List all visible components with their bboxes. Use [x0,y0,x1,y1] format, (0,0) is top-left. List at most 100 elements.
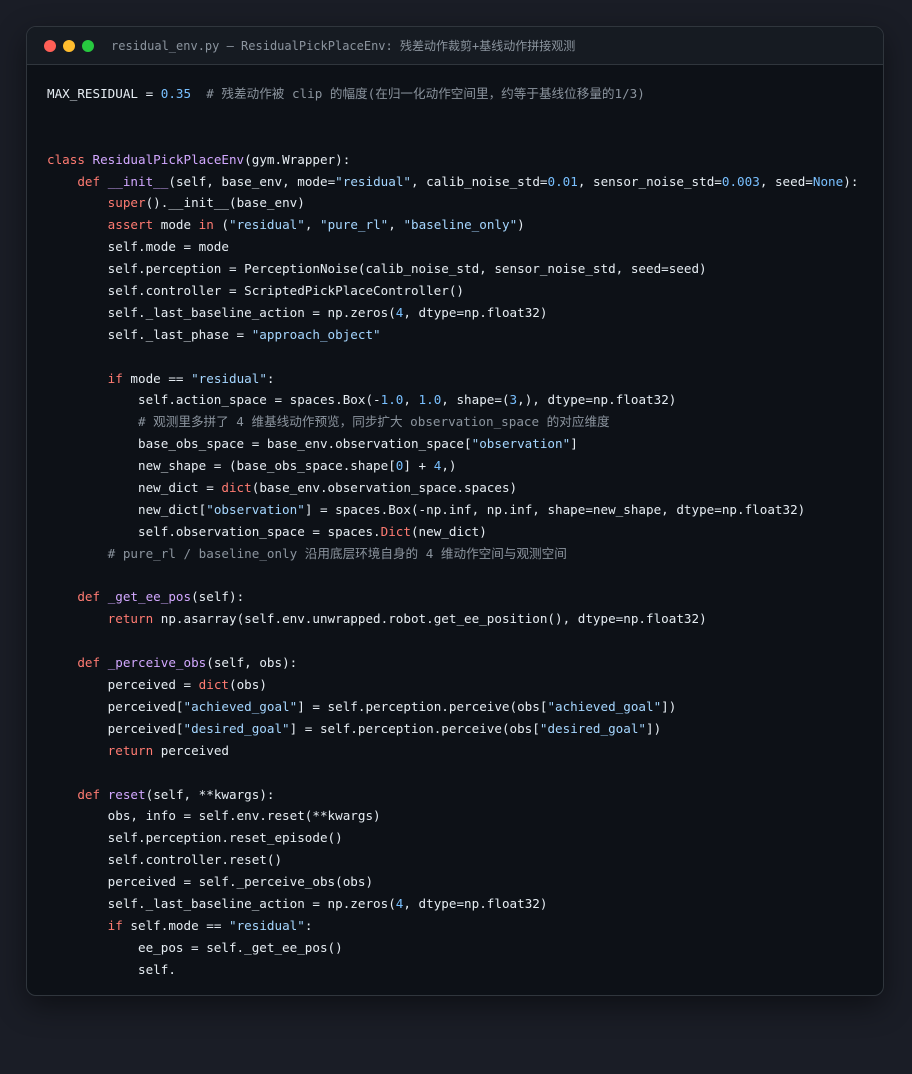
code-token: def [77,589,108,605]
code-token: "desired_goal" [539,720,647,736]
code-token: , seed= [759,173,813,189]
code-line: perceived = self._perceive_obs(obs) [47,871,873,893]
code-token: mode == [130,370,192,386]
code-line: self.controller = ScriptedPickPlaceContr… [47,280,873,302]
code-line: self._last_phase = "approach_object" [47,324,873,346]
code-token: super [107,195,146,211]
code-token: "residual" [229,217,305,233]
code-token: perceived[ [47,720,184,736]
code-line: new_shape = (base_obs_space.shape[0] + 4… [47,455,873,477]
code-token: mode [160,217,199,233]
code-line: self._last_baseline_action = np.zeros(4,… [47,893,873,915]
code-token: self.action_space = spaces.Box(- [47,392,381,408]
code-token: (self): [191,589,245,605]
code-token: obs, info = self.env.reset(**kwargs) [47,808,381,824]
code-token: return [107,742,161,758]
code-token: perceived = self._perceive_obs(obs) [47,874,374,890]
code-token: self.perception.reset_episode() [47,830,343,846]
code-line: assert mode in ("residual", "pure_rl", "… [47,214,873,236]
code-token: MAX_RESIDUAL = [47,86,161,101]
code-token: ( [221,217,230,233]
code-token: dict [221,480,252,496]
minimize-window-button[interactable] [63,39,75,52]
code-token: None [812,173,844,189]
code-token: ) [517,217,525,233]
code-token: return [107,611,161,627]
code-token: self.controller.reset() [47,852,283,868]
maximize-window-button[interactable] [82,39,94,52]
code-token: np.asarray(self.env.unwrapped.robot.get_… [160,611,707,627]
code-token: (self, obs): [206,655,298,671]
code-token: self.mode = mode [47,239,229,255]
code-token: "residual" [191,370,267,386]
code-token: (gym.Wrapper): [244,151,351,167]
close-window-button[interactable] [44,39,56,52]
code-token: ,), dtype=np.float32) [517,392,677,408]
code-line: self.mode = mode [47,236,873,258]
code-token: def [77,655,108,671]
code-token: , dtype=np.float32) [403,895,548,911]
code-token: : [304,917,313,933]
code-token: ,) [441,458,457,474]
code-line: ee_pos = self._get_ee_pos() [47,937,873,959]
code-line: new_dict = dict(base_env.observation_spa… [47,477,873,499]
code-token: dict [198,677,229,693]
code-token: : [266,370,275,386]
code-line: super().__init__(base_env) [47,192,873,214]
code-line: base_obs_space = base_env.observation_sp… [47,433,873,455]
code-token: ]) [646,720,662,736]
code-token: if [107,917,131,933]
code-token: self.observation_space = spaces. [47,523,381,539]
code-token: ): [843,173,859,189]
code-line: self.action_space = spaces.Box(-1.0, 1.0… [47,389,873,411]
code-token: ]) [661,698,677,714]
code-token: new_dict[ [47,501,207,517]
code-token: self._last_baseline_action = np.zeros( [47,304,396,320]
code-token: (obs) [229,677,267,693]
code-token: Dict [380,523,411,539]
code-token: # 观测里多拼了 4 维基线动作预览，同步扩大 observation_spac… [138,414,610,430]
code-token: # pure_rl / baseline_only 沿用底层环境自身的 4 维动… [107,545,567,561]
code-token: "baseline_only" [403,217,518,233]
code-token: 1.0 [418,392,442,408]
code-line: self._last_baseline_action = np.zeros(4,… [47,302,873,324]
code-token: ResidualPickPlaceEnv [92,151,245,167]
code-line: # 观测里多拼了 4 维基线动作预览，同步扩大 observation_spac… [47,411,873,433]
code-token: ] = self.perception.perceive(obs[ [289,720,540,736]
code-token: (self, **kwargs): [145,786,275,802]
code-token: self._last_baseline_action = np.zeros( [47,895,396,911]
code-token: assert [107,217,161,233]
window-title: residual_env.py — ResidualPickPlaceEnv: … [111,39,576,53]
code-line: # pure_rl / baseline_only 沿用底层环境自身的 4 维动… [47,543,873,565]
code-token: ee_pos = self._get_ee_pos() [47,939,343,955]
code-token: , calib_noise_std= [411,173,548,189]
code-token: ().__init__(base_env) [145,195,305,211]
code-line: self.observation_space = spaces.Dict(new… [47,521,873,543]
code-token: _perceive_obs [107,655,207,671]
code-token: ] = spaces.Box(-np.inf, np.inf, shape=ne… [304,501,806,517]
code-line: class ResidualPickPlaceEnv(gym.Wrapper): [47,149,873,171]
code-token: if [107,370,131,386]
code-token: perceived = [47,677,199,693]
code-line: new_dict["observation"] = spaces.Box(-np… [47,499,873,521]
code-token: def [77,173,108,189]
code-token: self.mode == [130,917,229,933]
code-token: perceived [160,742,229,758]
code-token: "residual" [229,917,305,933]
code-token: "observation" [471,436,571,452]
code-token: 0.35 [160,86,192,101]
code-editor[interactable]: MAX_RESIDUAL = 0.35 # 残差动作被 clip 的幅度(在归一… [47,83,873,981]
code-token: base_obs_space = base_env.observation_sp… [47,436,472,452]
code-token: 0.003 [721,173,760,189]
code-token: ] = self.perception.perceive(obs[ [297,698,548,714]
